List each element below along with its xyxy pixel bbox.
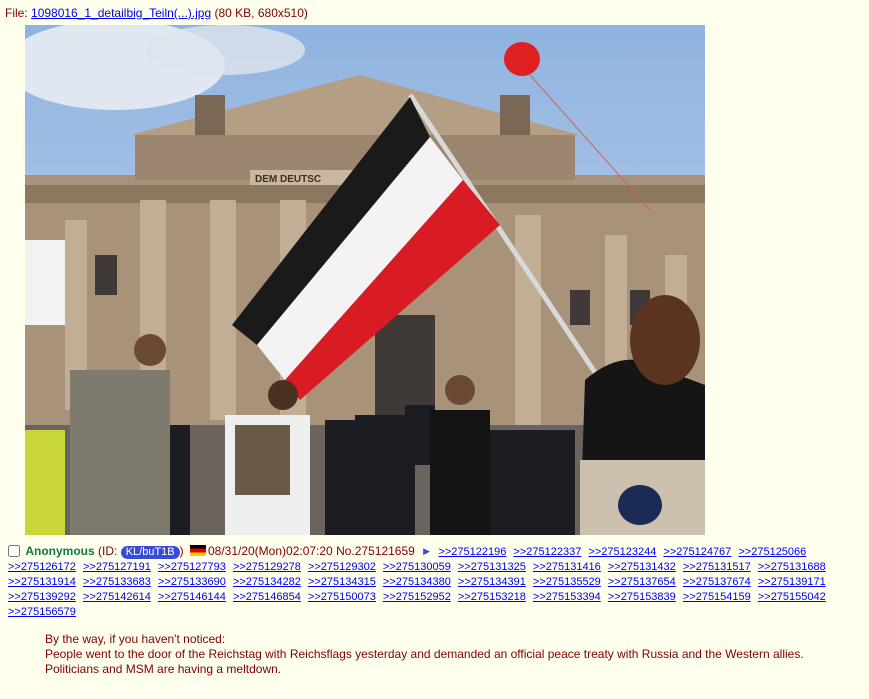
post-number-link[interactable]: No.275121659 <box>336 544 415 558</box>
backlink[interactable]: >>275127191 <box>83 561 151 573</box>
post-image[interactable]: DEM DEUTSC <box>25 25 705 535</box>
file-meta: (80 KB, 680x510) <box>211 6 308 20</box>
backlink[interactable]: >>275137674 <box>683 576 751 588</box>
backlink[interactable]: >>275146144 <box>158 591 226 603</box>
backlink[interactable]: >>275139292 <box>8 591 76 603</box>
backlink[interactable]: >>275124767 <box>663 546 731 558</box>
id-badge[interactable]: KL/buT1B <box>120 546 180 559</box>
backlink[interactable]: >>275125066 <box>738 546 806 558</box>
poster-id: (ID: KL/buT1B) <box>98 544 184 559</box>
post-body: By the way, if you haven't noticed: Peop… <box>45 632 860 677</box>
backlink[interactable]: >>275133683 <box>83 576 151 588</box>
post-select-checkbox[interactable] <box>8 545 20 557</box>
post-header: Anonymous (ID: KL/buT1B) 08/31/20(Mon)02… <box>8 544 864 619</box>
backlink[interactable]: >>275139171 <box>758 576 826 588</box>
backlink[interactable]: >>275131325 <box>458 561 526 573</box>
backlink[interactable]: >>275137654 <box>608 576 676 588</box>
backlink[interactable]: >>275131914 <box>8 576 76 588</box>
backlink[interactable]: >>275156579 <box>8 606 76 618</box>
backlink[interactable]: >>275133690 <box>158 576 226 588</box>
backlink[interactable]: >>275126172 <box>8 561 76 573</box>
backlink[interactable]: >>275130059 <box>383 561 451 573</box>
backlink[interactable]: >>275153218 <box>458 591 526 603</box>
backlink[interactable]: >>275131416 <box>533 561 601 573</box>
backlink[interactable]: >>275122337 <box>513 546 581 558</box>
post-body-line: By the way, if you haven't noticed: <box>45 632 226 646</box>
backlink[interactable]: >>275131688 <box>758 561 826 573</box>
backlink[interactable]: >>275134282 <box>233 576 301 588</box>
backlink[interactable]: >>275129302 <box>308 561 376 573</box>
poster-name: Anonymous <box>25 544 95 558</box>
backlink[interactable]: >>275146854 <box>233 591 301 603</box>
backlink[interactable]: >>275134391 <box>458 576 526 588</box>
backlink[interactable]: >>275129278 <box>233 561 301 573</box>
backlink[interactable]: >>275134315 <box>308 576 376 588</box>
backlink[interactable]: >>275150073 <box>308 591 376 603</box>
backlink[interactable]: >>275152952 <box>383 591 451 603</box>
post-body-line: People went to the door of the Reichstag… <box>45 647 804 661</box>
backlink[interactable]: >>275142614 <box>83 591 151 603</box>
backlink[interactable]: >>275134380 <box>383 576 451 588</box>
file-link[interactable]: 1098016_1_detailbig_Teiln(...).jpg <box>31 6 211 20</box>
post-menu-arrow-icon[interactable]: ▶ <box>423 546 430 556</box>
backlink[interactable]: >>275153839 <box>608 591 676 603</box>
post-datetime: 08/31/20(Mon)02:07:20 <box>207 544 333 558</box>
poster-id-prefix: (ID: <box>98 544 121 558</box>
file-info: File: 1098016_1_detailbig_Teiln(...).jpg… <box>5 6 308 20</box>
backlink[interactable]: >>275155042 <box>758 591 826 603</box>
pediment-inscription: DEM DEUTSC <box>255 174 321 185</box>
germany-flag-icon <box>189 545 206 556</box>
post-body-line: Politicians and MSM are having a meltdow… <box>45 662 282 676</box>
backlink[interactable]: >>275154159 <box>683 591 751 603</box>
file-label: File: <box>5 6 32 20</box>
backlink[interactable]: >>275135529 <box>533 576 601 588</box>
backlink[interactable]: >>275131432 <box>608 561 676 573</box>
backlink[interactable]: >>275131517 <box>683 561 751 573</box>
backlink[interactable]: >>275123244 <box>588 546 656 558</box>
backlink[interactable]: >>275127793 <box>158 561 226 573</box>
backlink[interactable]: >>275122196 <box>438 546 506 558</box>
reichstag-photo: DEM DEUTSC <box>25 25 705 535</box>
backlink[interactable]: >>275153394 <box>533 591 601 603</box>
poster-id-suffix: ) <box>179 544 184 558</box>
